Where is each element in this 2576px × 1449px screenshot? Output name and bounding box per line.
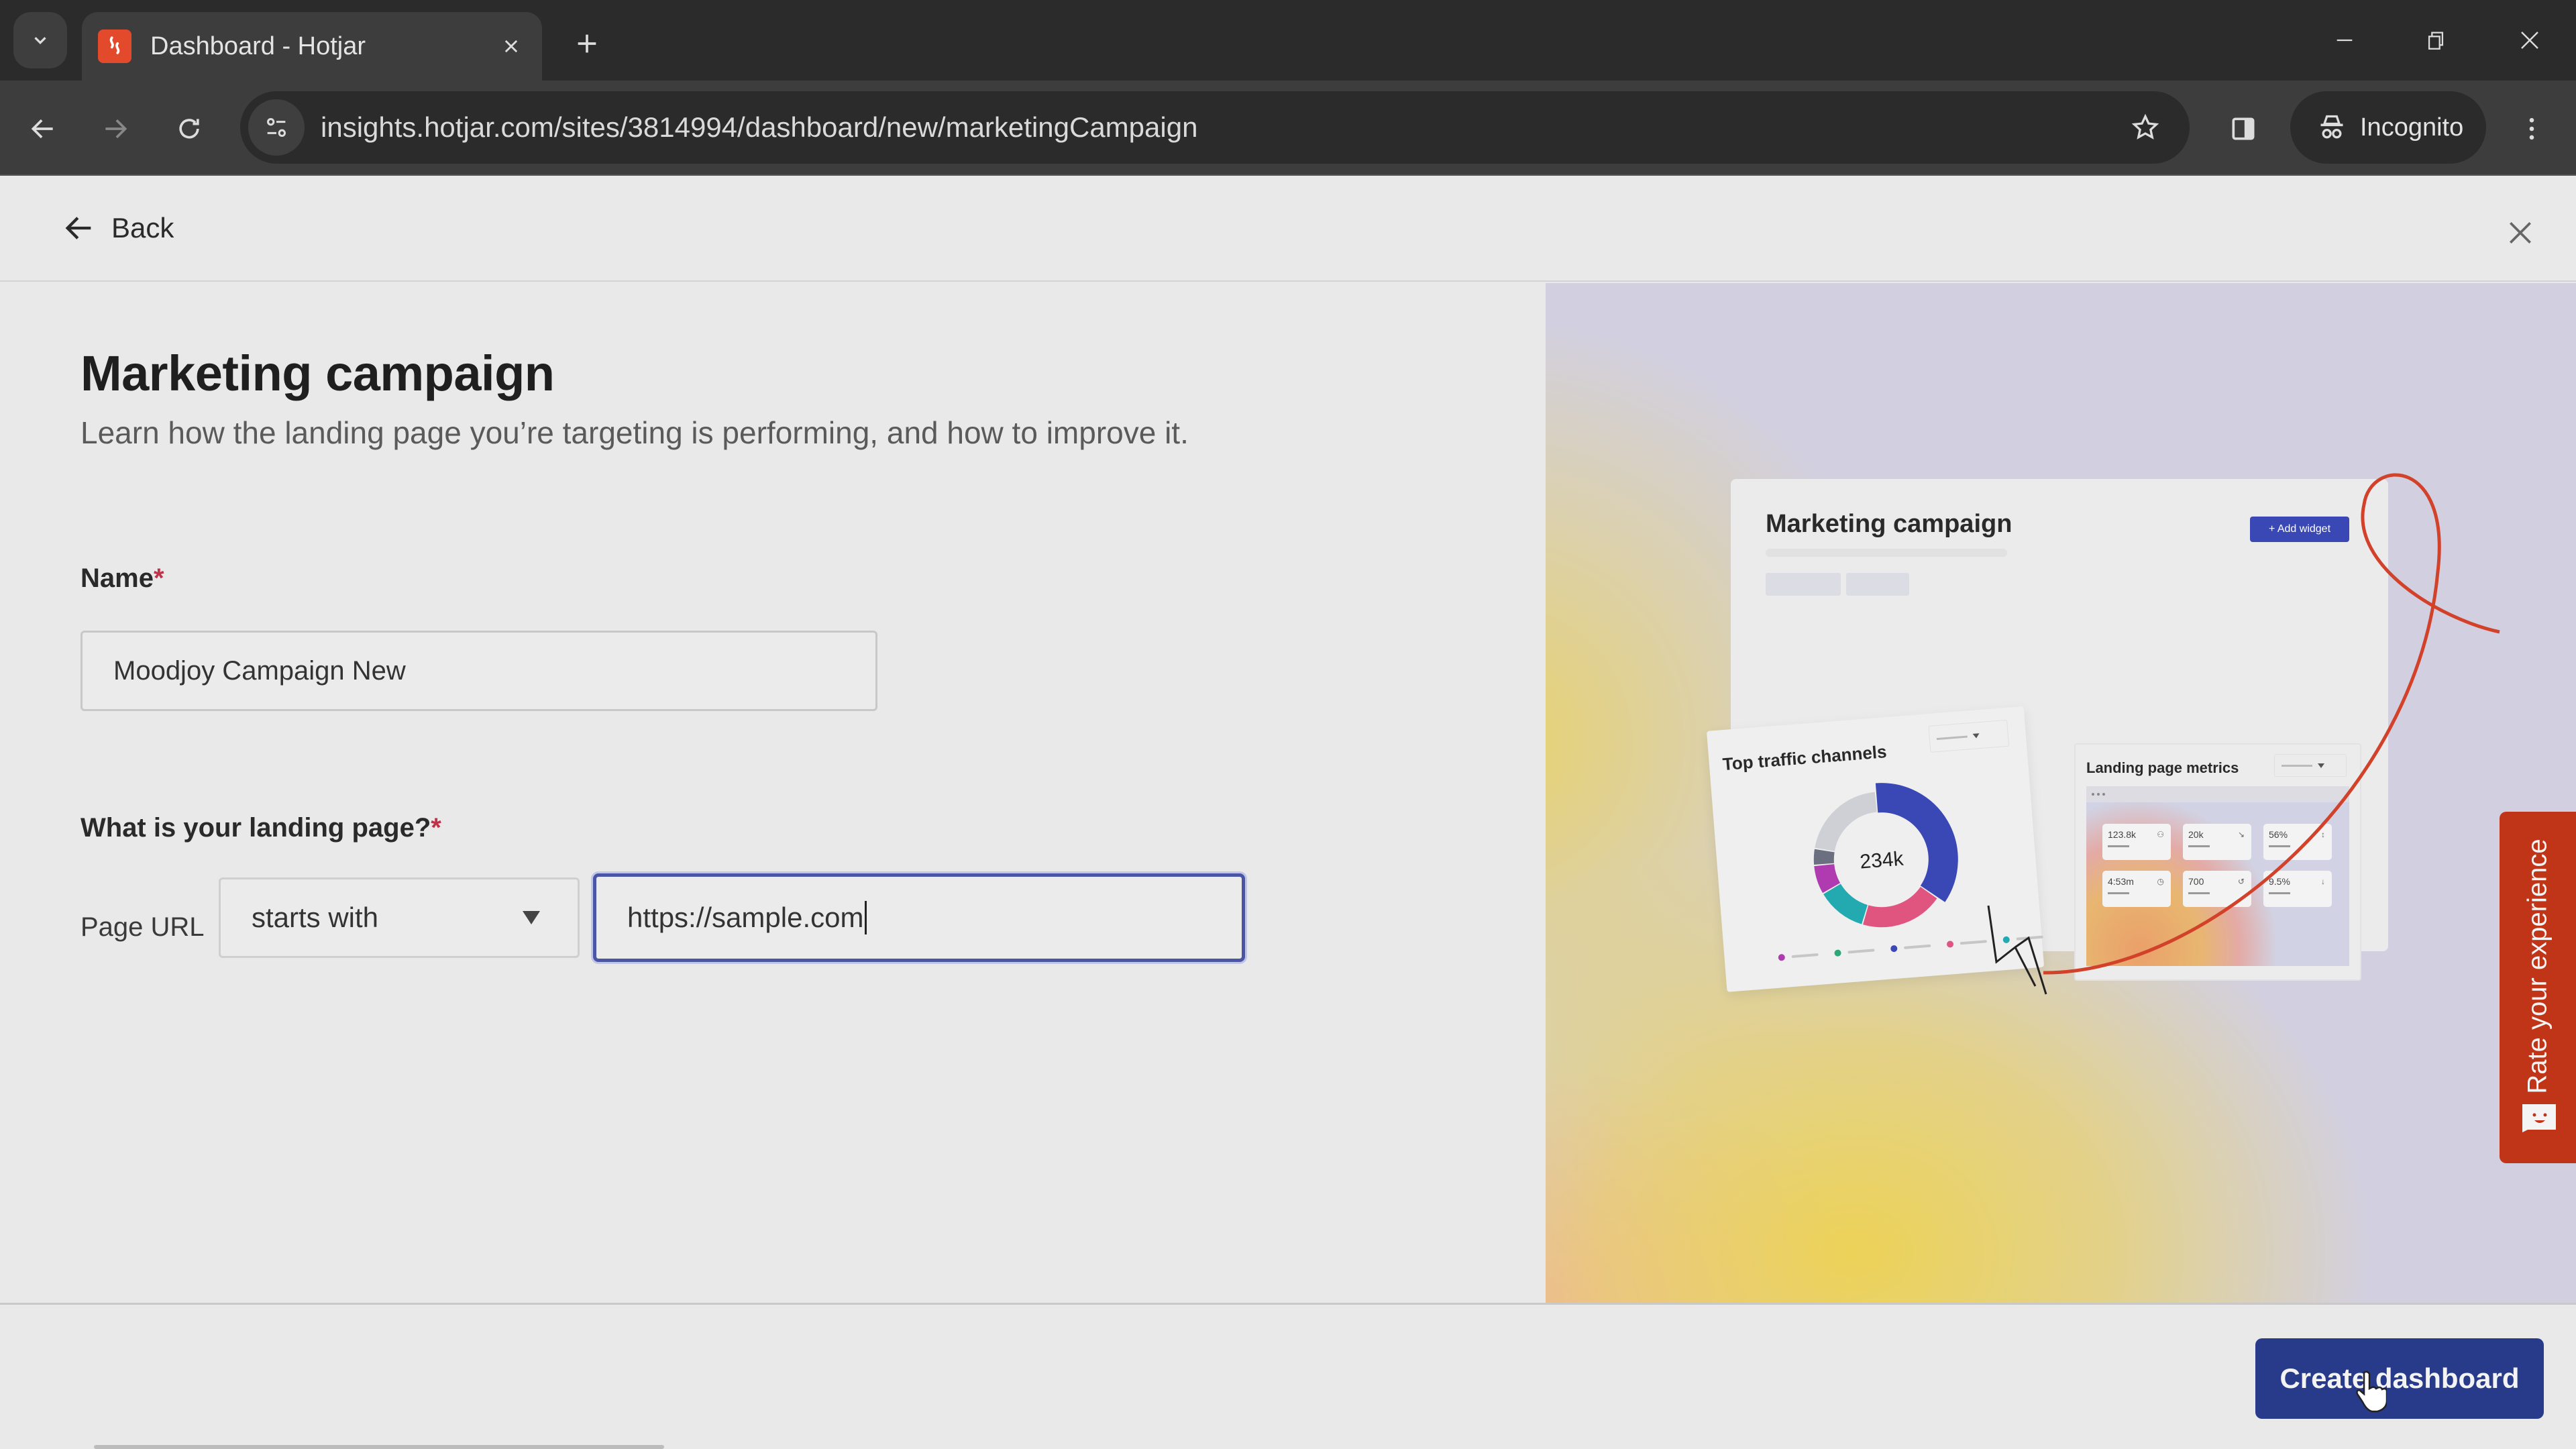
side-panel-icon — [2232, 117, 2255, 140]
incognito-label: Incognito — [2360, 113, 2464, 142]
chevron-down-icon — [34, 37, 46, 45]
site-info-button[interactable] — [248, 99, 305, 156]
arrow-left-icon — [65, 217, 91, 239]
illustration-panel: Marketing campaign + Add widget Widget 3… — [1546, 283, 2576, 1303]
minimize-button[interactable] — [2308, 13, 2381, 67]
kebab-menu-icon — [2529, 117, 2534, 140]
decorative-swoosh — [1987, 473, 2500, 995]
close-icon — [2510, 222, 2531, 244]
mock-cursor-icon — [1987, 905, 2047, 995]
modal-footer: Create dashboard — [0, 1303, 2576, 1449]
rate-experience-tab[interactable]: Rate your experience — [2500, 812, 2576, 1163]
arrow-right-icon — [105, 119, 127, 139]
window-close-button[interactable] — [2493, 13, 2567, 67]
close-modal-button[interactable] — [2497, 209, 2544, 256]
restore-button[interactable] — [2399, 13, 2473, 67]
plus-icon — [578, 34, 596, 53]
back-label: Back — [111, 212, 174, 244]
close-icon — [504, 40, 518, 53]
tab-close-button[interactable] — [492, 28, 530, 65]
required-mark: * — [431, 813, 441, 843]
name-input[interactable] — [80, 631, 877, 711]
minimize-icon — [2337, 39, 2353, 42]
back-button[interactable]: Back — [62, 204, 174, 252]
back-nav-button[interactable] — [19, 105, 67, 153]
close-icon — [2521, 32, 2538, 49]
required-mark: * — [153, 564, 164, 593]
rate-experience-label: Rate your experience — [2522, 838, 2553, 1094]
url-match-select[interactable]: starts with — [219, 877, 580, 958]
browser-toolbar: insights.hotjar.com/sites/3814994/dashbo… — [0, 80, 2576, 176]
hand-cursor-icon — [2356, 1371, 2387, 1413]
hotjar-logo-icon — [98, 30, 131, 63]
reload-button[interactable] — [165, 105, 213, 153]
name-label-text: Name — [80, 564, 154, 593]
caret-down-icon — [523, 911, 540, 924]
address-bar[interactable]: insights.hotjar.com/sites/3814994/dashbo… — [240, 91, 2190, 164]
text-caret — [865, 901, 867, 934]
tune-icon — [267, 118, 286, 137]
landing-page-label-text: What is your landing page? — [80, 813, 431, 843]
browser-tab-active[interactable]: Dashboard - Hotjar — [82, 12, 542, 80]
star-icon — [2131, 113, 2159, 140]
page-url-value: https://sample.com — [627, 902, 864, 933]
reload-icon — [179, 119, 199, 139]
incognito-indicator[interactable]: Incognito — [2290, 91, 2486, 164]
restore-icon — [2428, 32, 2444, 50]
horizontal-scrollbar[interactable] — [94, 1445, 664, 1449]
browser-tab-bar: Dashboard - Hotjar — [0, 0, 2576, 80]
incognito-icon — [2320, 115, 2343, 139]
modal-header: Back — [0, 176, 2576, 282]
tab-title: Dashboard - Hotjar — [150, 32, 366, 60]
page-subtitle: Learn how the landing page you’re target… — [80, 415, 1189, 450]
new-tab-button[interactable] — [564, 20, 610, 67]
arrow-left-icon — [31, 119, 53, 139]
create-dashboard-button[interactable]: Create dashboard — [2255, 1338, 2544, 1419]
rate-experience-label-wrap: Rate your experience — [2508, 839, 2568, 1093]
page: Back Marketing campaign Learn how the la… — [0, 176, 2576, 1449]
side-panel-button[interactable] — [2218, 103, 2269, 154]
page-title: Marketing campaign — [80, 345, 555, 401]
landing-page-label: What is your landing page?* — [80, 813, 441, 843]
page-url-input[interactable]: https://sample.com — [593, 873, 1245, 962]
page-url-label: Page URL — [80, 912, 205, 942]
url-match-select-value: starts with — [252, 902, 379, 933]
name-label: Name* — [80, 564, 164, 594]
smiley-chat-icon — [2522, 1104, 2556, 1132]
url-text[interactable]: insights.hotjar.com/sites/3814994/dashbo… — [321, 111, 2118, 144]
dashboard-form: Marketing campaign Learn how the landing… — [0, 283, 1546, 1303]
forward-nav-button[interactable] — [91, 105, 140, 153]
tab-search-button[interactable] — [13, 12, 67, 68]
bookmark-button[interactable] — [2118, 101, 2172, 154]
browser-menu-button[interactable] — [2506, 103, 2557, 154]
